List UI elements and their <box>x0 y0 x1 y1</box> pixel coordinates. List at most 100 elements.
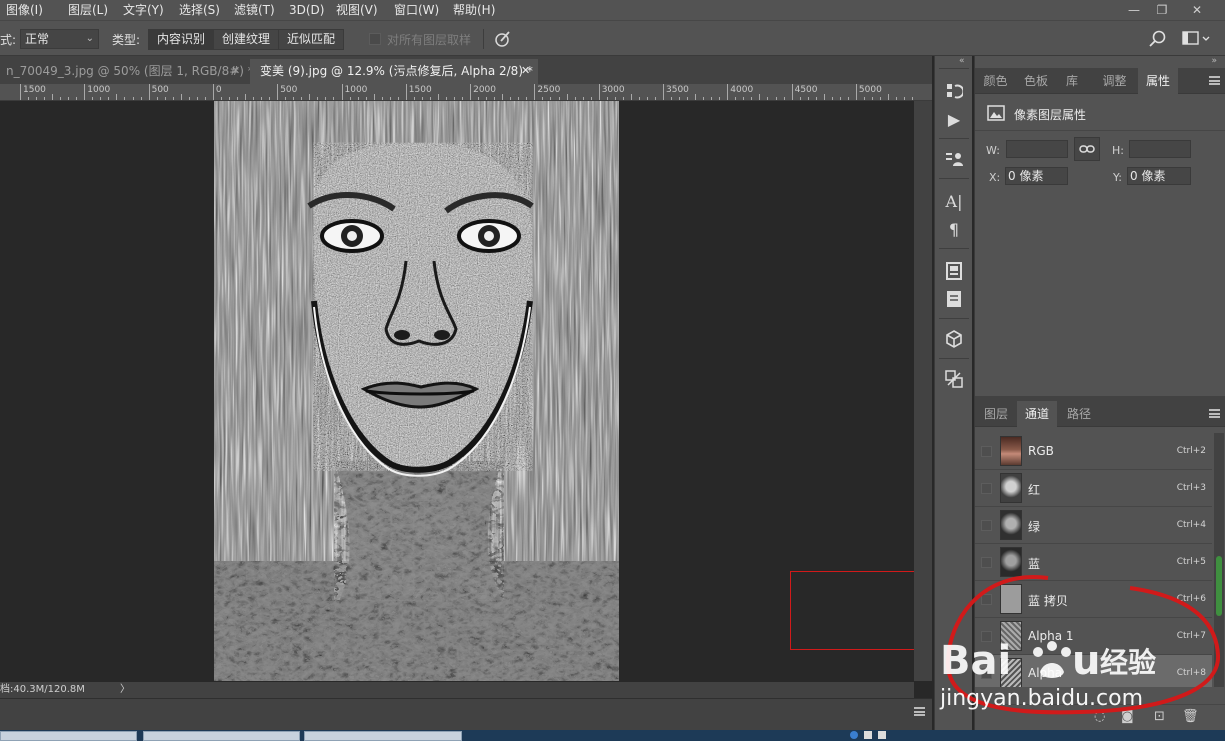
channel-row-green[interactable]: 绿 Ctrl+4 <box>975 507 1212 544</box>
ruler-minor-tick <box>558 97 560 100</box>
ruler-minor-tick <box>582 97 584 100</box>
visibility-toggle[interactable] <box>981 483 992 494</box>
ruler-minor-tick <box>462 97 464 100</box>
baidu-logo: Bai u 经验 <box>940 638 1156 684</box>
restore-icon[interactable]: ❐ <box>1148 0 1176 20</box>
ruler-major-tick <box>791 84 793 100</box>
tray-icon[interactable] <box>878 731 886 739</box>
tray-icon[interactable] <box>864 731 872 739</box>
ruler-minor-tick <box>847 97 849 100</box>
tab-layers[interactable]: 图层 <box>975 401 1017 427</box>
menu-window[interactable]: 窗口(W) <box>394 0 439 20</box>
height-label: H: <box>1112 144 1124 157</box>
ruler-minor-tick <box>735 97 737 100</box>
menu-help[interactable]: 帮助(H) <box>453 0 495 20</box>
ruler-minor-tick <box>365 97 367 100</box>
ruler-minor-tick <box>164 97 166 100</box>
workspace-icon[interactable] <box>1182 30 1212 48</box>
type-create-texture-button[interactable]: 创建纹理 <box>214 30 280 49</box>
swatches-grid-icon[interactable] <box>940 258 968 284</box>
play-action-icon[interactable]: ▶ <box>940 106 968 132</box>
brush-pressure-icon[interactable] <box>492 29 512 49</box>
history-icon[interactable] <box>940 78 968 104</box>
close-tab-icon[interactable]: ✕ <box>231 59 240 83</box>
mode-select[interactable]: 正常 ⌄ <box>20 29 99 49</box>
tray-icon[interactable] <box>850 731 858 739</box>
tab-channels[interactable]: 通道 <box>1017 401 1057 427</box>
panel-menu-icon[interactable] <box>914 707 925 716</box>
doc-tab-2[interactable]: 变美 (9).jpg @ 12.9% (污点修复后, Alpha 2/8) * … <box>250 59 538 84</box>
ruler-label: 500 <box>151 85 169 95</box>
ruler-minor-tick <box>397 97 399 100</box>
x-position-input[interactable]: 0 像素 <box>1005 167 1068 185</box>
tab-color[interactable]: 颜色 <box>975 68 1016 94</box>
type-content-aware-button[interactable]: 内容识别 <box>149 30 215 49</box>
taskbar-button[interactable] <box>143 731 300 741</box>
search-icon[interactable] <box>1148 29 1168 49</box>
menu-3d[interactable]: 3D(D) <box>289 0 324 20</box>
visibility-toggle[interactable] <box>981 446 992 457</box>
3d-cube-icon[interactable] <box>940 326 968 352</box>
tab-paths[interactable]: 路径 <box>1059 401 1099 427</box>
character-icon[interactable]: A| <box>940 188 968 214</box>
ruler-minor-tick <box>880 97 881 100</box>
taskbar-button[interactable] <box>304 731 462 741</box>
ruler-minor-tick <box>606 97 608 100</box>
separator <box>939 318 969 319</box>
clone-source-icon[interactable] <box>940 366 968 392</box>
ruler-label: 3500 <box>666 85 689 95</box>
panel-menu-icon[interactable] <box>1209 409 1220 418</box>
sample-all-layers-checkbox[interactable] <box>369 33 381 45</box>
taskbar-button[interactable] <box>0 731 137 741</box>
ruler-minor-tick <box>671 97 673 100</box>
ruler-minor-tick <box>437 94 439 100</box>
tab-libraries[interactable]: 库 <box>1056 68 1088 94</box>
ruler-label: 500 <box>280 85 298 95</box>
ruler-minor-tick <box>228 97 230 100</box>
ruler-minor-tick <box>486 97 488 100</box>
close-window-icon[interactable]: ✕ <box>1183 0 1211 20</box>
minimize-icon[interactable]: — <box>1120 0 1148 20</box>
tab-swatches[interactable]: 色板 <box>1016 68 1056 94</box>
visibility-toggle[interactable] <box>981 520 992 531</box>
menu-layer[interactable]: 图层(L) <box>68 0 108 20</box>
ruler-minor-tick <box>622 97 624 100</box>
collapse-arrows-icon[interactable]: « <box>959 56 965 66</box>
separator <box>483 29 484 49</box>
channel-name: RGB <box>1028 444 1054 458</box>
options-bar: 式: 正常 ⌄ 类型: 内容识别 创建纹理 近似匹配 对所有图层取样 <box>0 20 1225 56</box>
ruler-minor-tick <box>381 97 383 100</box>
width-input[interactable] <box>1006 140 1068 158</box>
tab-properties[interactable]: 属性 <box>1138 68 1178 94</box>
y-position-input[interactable]: 0 像素 <box>1127 167 1191 185</box>
height-input[interactable] <box>1129 140 1191 158</box>
menu-select[interactable]: 选择(S) <box>179 0 220 20</box>
layer-comps-icon[interactable] <box>940 146 968 172</box>
status-menu-arrow-icon[interactable]: 〉 <box>120 682 130 698</box>
collapse-arrows-icon[interactable]: » <box>1211 56 1217 66</box>
ruler-minor-tick <box>703 97 705 100</box>
menu-view[interactable]: 视图(V) <box>336 0 378 20</box>
panel-menu-icon[interactable] <box>1209 76 1220 85</box>
ruler-major-tick <box>470 84 472 100</box>
ruler-minor-tick <box>389 97 391 100</box>
notes-icon[interactable] <box>940 286 968 312</box>
ruler-minor-tick <box>220 97 222 100</box>
paragraph-icon[interactable]: ¶ <box>940 216 968 242</box>
ruler-minor-tick <box>654 97 656 100</box>
menu-type[interactable]: 文字(Y) <box>123 0 164 20</box>
canvas-area[interactable] <box>0 101 914 681</box>
x-label: X: <box>989 171 1001 184</box>
ruler-minor-tick <box>245 94 247 100</box>
doc-tab-1[interactable]: n_70049_3.jpg @ 50% (图层 1, RGB/8#) * ✕ <box>0 59 254 84</box>
channel-row-red[interactable]: 红 Ctrl+3 <box>975 470 1212 507</box>
type-proximity-match-button[interactable]: 近似匹配 <box>279 30 344 49</box>
ruler-minor-tick <box>373 94 375 100</box>
close-tab-icon[interactable]: ✕ <box>521 59 530 83</box>
ruler-minor-tick <box>646 97 648 100</box>
menu-filter[interactable]: 滤镜(T) <box>234 0 275 20</box>
link-dimensions-button[interactable] <box>1074 137 1100 161</box>
menu-image[interactable]: 图像(I) <box>6 0 43 20</box>
channel-row-rgb[interactable]: RGB Ctrl+2 <box>975 433 1212 470</box>
tab-adjustments[interactable]: 调整 <box>1092 68 1137 94</box>
